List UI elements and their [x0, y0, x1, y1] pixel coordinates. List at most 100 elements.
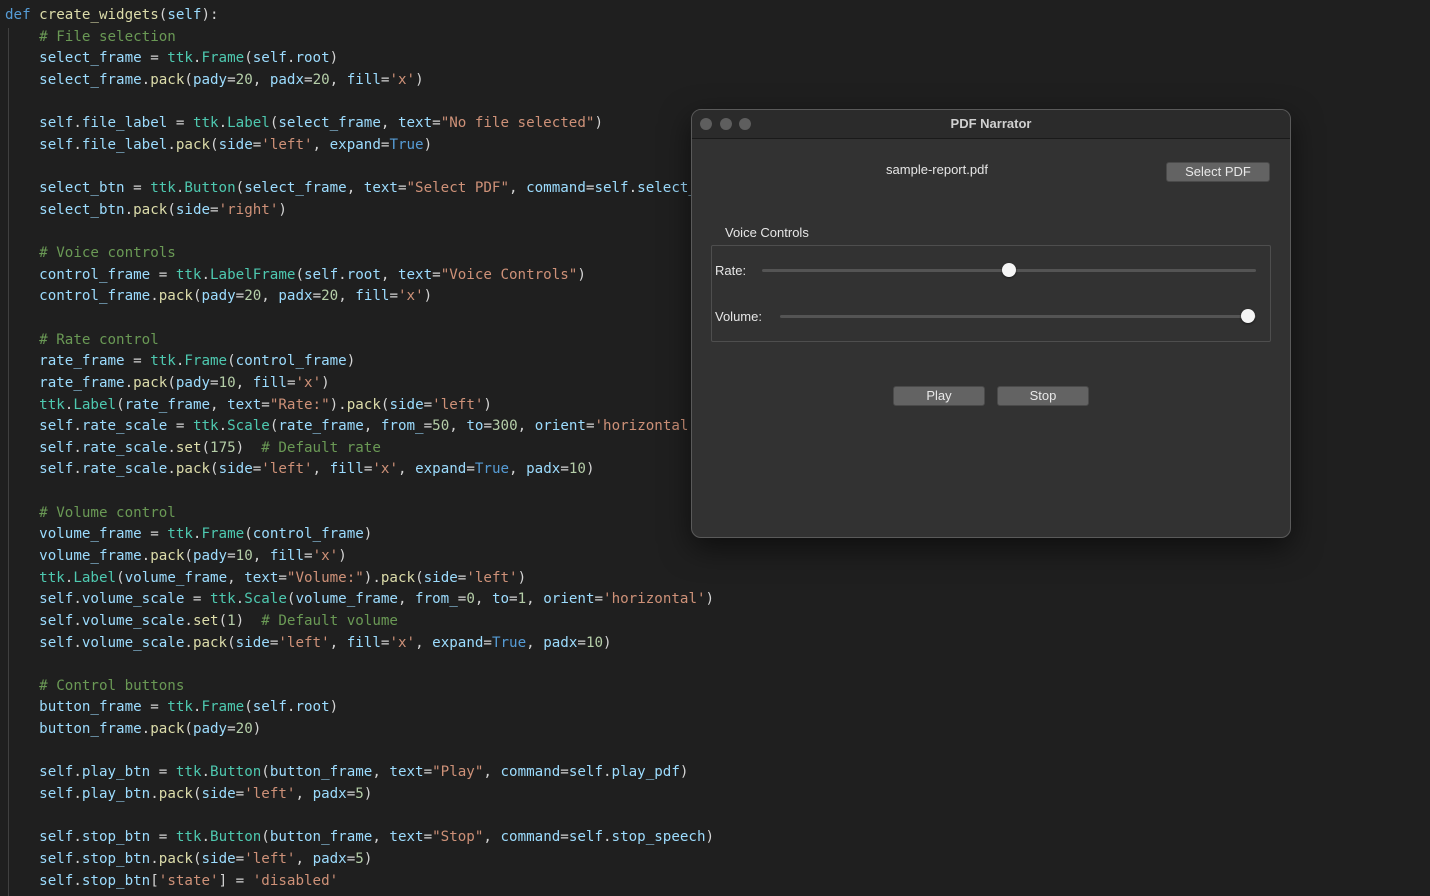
code-token: ). — [329, 396, 347, 413]
code-line: # Rate control — [5, 329, 159, 351]
code-token: padx — [312, 850, 347, 867]
code-token: = — [252, 136, 262, 153]
code-token: button_frame — [39, 721, 142, 738]
code-token: . — [73, 461, 82, 478]
volume-slider-thumb[interactable] — [1241, 309, 1255, 323]
rate-slider-thumb[interactable] — [1002, 263, 1016, 277]
code-token: self — [39, 634, 74, 651]
code-token: 'x' — [389, 634, 416, 651]
volume-slider-track[interactable] — [780, 315, 1256, 318]
code-token: ) — [321, 374, 330, 391]
code-token: ttk — [192, 115, 219, 132]
code-token: True — [474, 461, 510, 478]
code-token: volume_scale — [81, 612, 185, 629]
code-line: rate_frame = ttk.Frame(control_frame) — [5, 350, 355, 372]
code-token: Frame — [184, 353, 228, 370]
code-token: 'left' — [432, 396, 484, 413]
code-token: "Select PDF" — [406, 180, 510, 197]
code-token: self — [252, 699, 287, 716]
code-token: . — [150, 288, 159, 305]
select-pdf-button[interactable]: Select PDF — [1166, 162, 1270, 182]
code-token: self — [39, 439, 74, 456]
code-token: button_frame — [269, 829, 373, 846]
code-token: volume_frame — [39, 548, 142, 564]
code-token: Button — [210, 829, 262, 846]
file-label: sample-report.pdf — [886, 162, 988, 177]
code-token: ) — [235, 439, 262, 456]
app-window[interactable]: PDF Narrator sample-report.pdf Select PD… — [691, 109, 1291, 538]
code-token: create_widgets — [39, 7, 159, 23]
code-line: ttk.Label(rate_frame, text="Rate:").pack… — [5, 394, 492, 416]
code-token: 'left' — [261, 461, 313, 478]
code-token: self — [39, 764, 74, 781]
code-token: = — [235, 288, 245, 305]
code-token: ) — [705, 829, 715, 846]
code-token: text — [227, 396, 262, 413]
code-token: , — [509, 180, 527, 197]
code-token: to — [491, 591, 510, 608]
code-token: file_label — [81, 136, 168, 153]
code-token: ) — [363, 786, 373, 803]
code-token: pack — [150, 71, 185, 88]
code-token: self — [39, 872, 74, 889]
code-token: rate_frame — [39, 353, 125, 370]
code-token: expand — [415, 461, 467, 478]
code-token: ( — [227, 353, 236, 370]
code-token: 'horizontal' — [603, 591, 706, 608]
code-token: 10 — [218, 374, 236, 391]
code-token: ( — [184, 721, 193, 738]
code-token: 'x' — [312, 548, 339, 564]
code-token: = — [483, 634, 492, 651]
code-token: text — [397, 115, 433, 132]
code-token: . — [73, 850, 82, 867]
code-token: = — [560, 764, 569, 781]
code-token: = — [432, 266, 441, 283]
code-token: from_ — [415, 591, 458, 608]
code-token: = — [389, 288, 399, 305]
code-token: ttk — [167, 699, 193, 716]
code-token: , — [338, 288, 356, 305]
code-token: , — [372, 764, 390, 781]
code-token: select_btn — [39, 201, 125, 218]
code-token: . — [603, 764, 612, 781]
stop-button[interactable]: Stop — [997, 386, 1089, 406]
code-token: 'left' — [244, 786, 296, 803]
code-token: pack — [150, 721, 185, 738]
code-token: . — [73, 115, 82, 132]
code-token: = — [150, 829, 176, 846]
code-token: , — [312, 461, 330, 478]
code-token: pack — [346, 396, 381, 413]
code-token: , — [449, 418, 467, 435]
title-bar[interactable]: PDF Narrator — [692, 110, 1290, 139]
code-token: "Stop" — [432, 829, 484, 846]
code-token: . — [73, 136, 82, 153]
code-token: = — [509, 591, 518, 608]
code-token: 0 — [466, 591, 475, 608]
code-token: self — [39, 461, 74, 478]
code-token: 50 — [432, 418, 450, 435]
code-token: rate_frame — [39, 374, 125, 391]
code-token: pady — [192, 721, 228, 738]
code-token: , — [235, 374, 253, 391]
code-line: self.stop_btn['state'] = 'disabled' — [5, 870, 338, 892]
code-token: . — [73, 764, 82, 781]
code-token: . — [124, 201, 134, 218]
code-token: ) — [577, 266, 586, 283]
code-token: self — [252, 50, 287, 67]
code-token: self — [39, 591, 74, 608]
code-token: text — [397, 266, 433, 283]
code-token: # Default rate — [261, 439, 381, 456]
code-token: Button — [210, 764, 262, 781]
code-token: 20 — [235, 71, 253, 88]
play-button[interactable]: Play — [893, 386, 985, 406]
code-token: = — [585, 418, 595, 435]
code-token: "Play" — [432, 764, 484, 781]
code-token: pack — [175, 461, 211, 478]
code-token: ) — [594, 115, 603, 132]
code-token: select_frame — [39, 71, 142, 88]
code-token: = — [261, 396, 270, 413]
code-token: control_frame — [39, 288, 151, 305]
